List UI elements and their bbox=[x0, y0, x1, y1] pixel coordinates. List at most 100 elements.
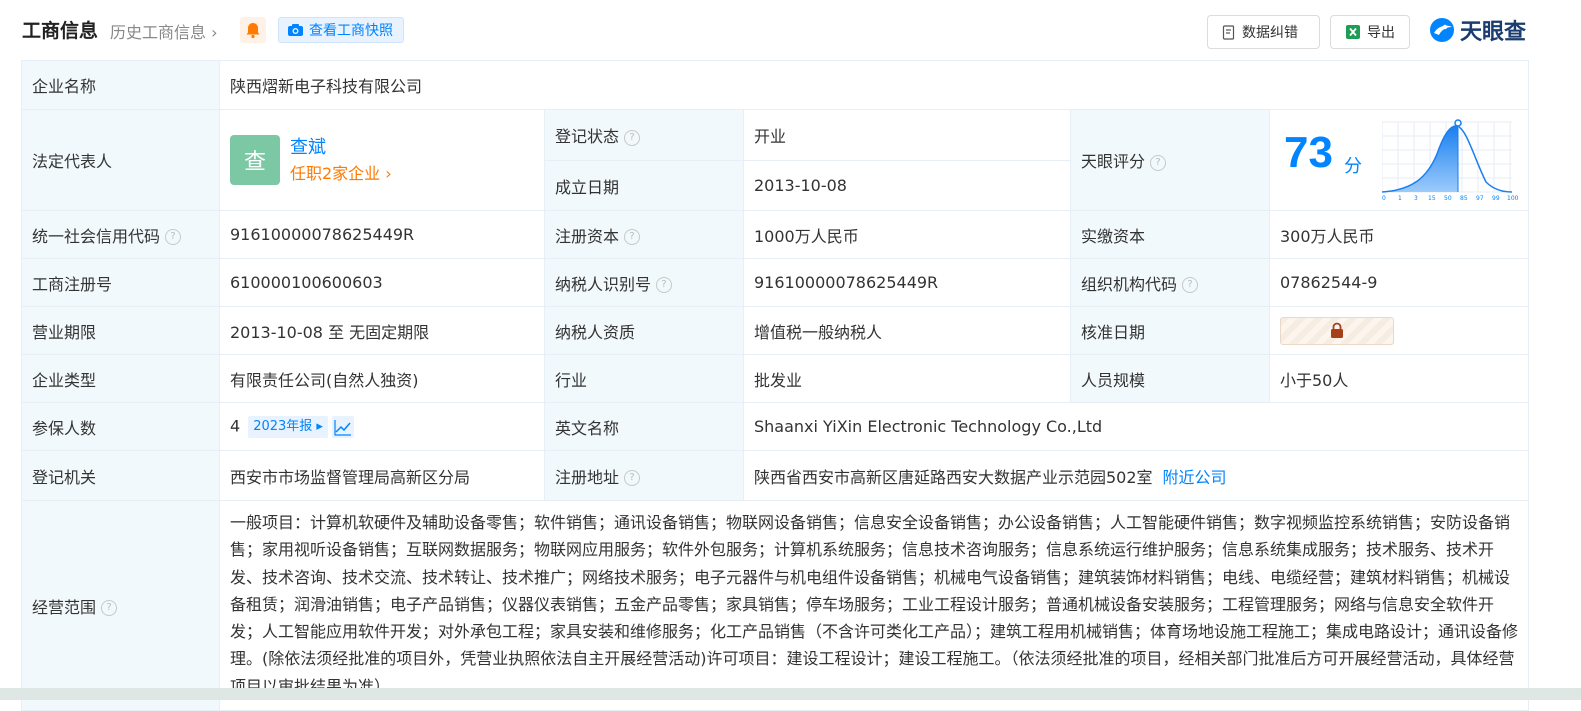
help-icon[interactable]: ? bbox=[101, 600, 118, 616]
credit-code-value: 91610000078625449R bbox=[219, 210, 545, 259]
table-row: 营业期限 2013-10-08 至 无固定期限 纳税人资质 增值税一般纳税人 核… bbox=[21, 306, 1530, 355]
header-bar: 工商信息 历史工商信息 › 查看工商快照 数据纠错 导出 天眼查 bbox=[0, 0, 1581, 60]
score-unit: 分 bbox=[1344, 156, 1362, 177]
data-correction-button[interactable]: 数据纠错 bbox=[1207, 15, 1320, 49]
type-value: 有限责任公司(自然人独资) bbox=[219, 354, 545, 403]
company-name-key: 企业名称 bbox=[21, 60, 220, 110]
page-title: 工商信息 bbox=[22, 20, 99, 42]
biz-term-key: 营业期限 bbox=[21, 306, 220, 355]
credit-code-key: 统一社会信用代码? bbox=[21, 210, 220, 259]
taxpayer-qual-value: 增值税一般纳税人 bbox=[743, 306, 1071, 355]
reg-status-key: 登记状态? bbox=[544, 109, 744, 161]
insured-key: 参保人数 bbox=[21, 402, 220, 451]
found-date-value: 2013-10-08 bbox=[743, 160, 1071, 211]
table-row: 经营范围? 一般项目：计算机软硬件及辅助设备零售；软件销售；通讯设备销售；物联网… bbox=[21, 500, 1530, 711]
table-row: 登记机关 西安市市场监督管理局高新区分局 注册地址? 陕西省西安市高新区唐延路西… bbox=[21, 450, 1530, 501]
tianyancha-logo[interactable]: 天眼查 bbox=[1428, 15, 1526, 45]
company-name-value: 陕西熠新电子科技有限公司 bbox=[218, 60, 1530, 110]
score-value: 73 bbox=[1284, 128, 1333, 177]
history-info-label: 历史工商信息 bbox=[110, 23, 207, 42]
bottom-bar bbox=[0, 688, 1581, 700]
legal-rep-cell: 查 查斌 任职2家企业 › bbox=[219, 109, 545, 211]
address-cell: 陕西省西安市高新区唐延路西安大数据产业示范园502室 附近公司 bbox=[742, 450, 1530, 501]
legal-rep-key: 法定代表人 bbox=[21, 109, 220, 211]
scope-value: 一般项目：计算机软硬件及辅助设备零售；软件销售；通讯设备销售；物联网设备销售；信… bbox=[218, 500, 1530, 711]
score-axis-label: 85 bbox=[1460, 195, 1468, 202]
paid-capital-value: 300万人民币 bbox=[1268, 210, 1530, 259]
approve-date-key: 核准日期 bbox=[1070, 306, 1270, 355]
chevron-right-icon: › bbox=[206, 23, 218, 42]
chevron-right-icon: › bbox=[380, 163, 392, 183]
reg-capital-key: 注册资本? bbox=[544, 210, 744, 259]
score-distribution-chart: 0 1 3 15 50 85 97 99 100 bbox=[1382, 119, 1519, 202]
scrollbar-track[interactable] bbox=[1556, 0, 1581, 700]
reg-capital-key-label: 注册资本 bbox=[555, 226, 620, 246]
en-name-key: 英文名称 bbox=[544, 402, 744, 451]
help-icon[interactable]: ? bbox=[624, 129, 641, 146]
taxpayer-qual-key: 纳税人资质 bbox=[544, 306, 744, 355]
caret-right-icon: ▸ bbox=[312, 418, 323, 434]
bell-button[interactable] bbox=[240, 17, 266, 43]
score-axis-label: 97 bbox=[1476, 195, 1484, 202]
score-cell[interactable]: 73 分 0 1 3 15 50 85 97 99 100 bbox=[1268, 109, 1530, 211]
insured-value: 4 bbox=[230, 416, 241, 435]
logo-icon bbox=[1430, 18, 1454, 42]
score-axis-label: 15 bbox=[1428, 195, 1436, 202]
history-info-link[interactable]: 历史工商信息 › bbox=[110, 19, 218, 43]
data-correction-label: 数据纠错 bbox=[1242, 25, 1298, 41]
help-icon[interactable]: ? bbox=[1182, 277, 1199, 293]
excel-icon bbox=[1346, 25, 1360, 39]
legal-rep-name-link[interactable]: 查斌 bbox=[290, 134, 392, 161]
snapshot-button[interactable]: 查看工商快照 bbox=[278, 17, 404, 43]
authority-value: 西安市市场监督管理局高新区分局 bbox=[219, 450, 545, 501]
score-axis-labels: 0 1 3 15 50 85 97 99 100 bbox=[1382, 195, 1519, 202]
help-icon[interactable]: ? bbox=[624, 229, 641, 245]
table-row: 企业类型 有限责任公司(自然人独资) 行业 批发业 人员规模 小于50人 bbox=[21, 354, 1530, 403]
lock-icon bbox=[1331, 322, 1343, 338]
score-axis-label: 50 bbox=[1444, 195, 1452, 202]
taxpayer-id-key-label: 纳税人识别号 bbox=[555, 274, 652, 294]
staff-key: 人员规模 bbox=[1070, 354, 1270, 403]
staff-value: 小于50人 bbox=[1268, 354, 1530, 403]
export-button[interactable]: 导出 bbox=[1330, 15, 1410, 49]
org-code-key: 组织机构代码? bbox=[1070, 258, 1270, 307]
reg-no-value: 610000100600603 bbox=[219, 258, 545, 307]
reg-capital-value: 1000万人民币 bbox=[743, 210, 1071, 259]
biz-term-value: 2013-10-08 至 无固定期限 bbox=[219, 306, 545, 355]
score-key-label: 天眼评分 bbox=[1081, 152, 1146, 171]
approve-date-value bbox=[1268, 306, 1530, 355]
help-icon[interactable]: ? bbox=[165, 229, 182, 245]
scope-key-label: 经营范围 bbox=[32, 597, 97, 617]
logo-text: 天眼查 bbox=[1460, 20, 1527, 45]
address-value: 陕西省西安市高新区唐延路西安大数据产业示范园502室 bbox=[754, 467, 1153, 487]
trend-icon bbox=[334, 419, 351, 436]
score-key: 天眼评分? bbox=[1070, 109, 1270, 211]
table-row: 统一社会信用代码? 91610000078625449R 注册资本? 1000万… bbox=[21, 210, 1530, 259]
found-date-key: 成立日期 bbox=[544, 160, 744, 211]
scope-key: 经营范围? bbox=[21, 500, 220, 711]
credit-code-key-label: 统一社会信用代码 bbox=[32, 226, 161, 246]
help-icon[interactable]: ? bbox=[656, 277, 673, 293]
annual-report-button[interactable]: 2023年报 ▸ bbox=[248, 415, 328, 438]
document-edit-icon bbox=[1222, 24, 1235, 40]
en-name-value: Shaanxi YiXin Electronic Technology Co.,… bbox=[742, 402, 1530, 451]
annual-report-label: 2023年报 bbox=[253, 418, 313, 434]
snapshot-label: 查看工商快照 bbox=[309, 23, 393, 39]
legal-rep-jobs-link[interactable]: 任职2家企业 › bbox=[290, 161, 392, 187]
score-axis-label: 0 bbox=[1382, 195, 1386, 202]
table-row: 企业名称 陕西熠新电子科技有限公司 bbox=[21, 60, 1530, 110]
score-axis-label: 100 bbox=[1507, 195, 1519, 202]
nearby-companies-link[interactable]: 附近公司 bbox=[1163, 468, 1227, 487]
insured-cell: 4 2023年报 ▸ bbox=[219, 402, 545, 451]
authority-key: 登记机关 bbox=[21, 450, 220, 501]
avatar[interactable]: 查 bbox=[230, 135, 280, 185]
reg-status-value: 开业 bbox=[743, 109, 1071, 161]
trend-chart-button[interactable] bbox=[331, 415, 354, 438]
locked-content[interactable] bbox=[1280, 316, 1394, 345]
address-key: 注册地址? bbox=[544, 450, 744, 501]
address-key-label: 注册地址 bbox=[555, 467, 620, 487]
help-icon[interactable]: ? bbox=[624, 470, 641, 486]
reg-status-key-label: 登记状态 bbox=[555, 127, 620, 146]
type-key: 企业类型 bbox=[21, 354, 220, 403]
help-icon[interactable]: ? bbox=[1150, 154, 1167, 171]
